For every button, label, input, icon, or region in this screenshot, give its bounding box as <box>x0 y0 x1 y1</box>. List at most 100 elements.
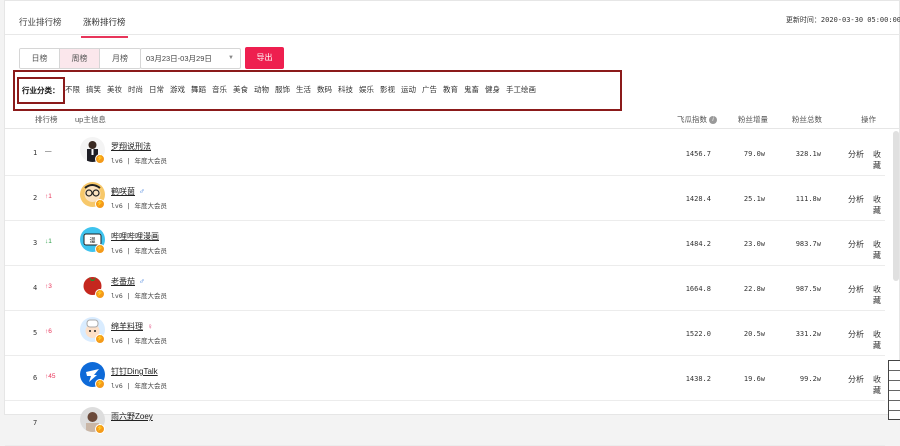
rank-trend: ↓1 <box>45 238 52 245</box>
up-vip: 年度大会员 <box>134 382 168 390</box>
vip-badge-icon: ⚡ <box>95 424 105 434</box>
category-item[interactable]: 游戏 <box>170 84 185 95</box>
collect-button[interactable]: 收藏 <box>873 239 885 261</box>
tab-industry-rank[interactable]: 行业排行榜 <box>19 16 62 28</box>
category-item[interactable]: 手工绘画 <box>506 84 536 95</box>
collect-button[interactable]: 收藏 <box>873 329 885 351</box>
info-icon[interactable]: i <box>709 116 717 125</box>
category-item[interactable]: 鬼畜 <box>464 84 479 95</box>
category-item[interactable]: 音乐 <box>212 84 227 95</box>
up-name-line: 钉钉DingTalk <box>111 366 158 377</box>
up-name-line: 绵羊料理 ♀ <box>111 321 153 332</box>
header-up-info: up主信息 <box>75 115 106 124</box>
up-name[interactable]: 绵羊料理 <box>111 322 143 331</box>
collect-button[interactable]: 收藏 <box>873 374 885 396</box>
up-meta: lv6 | 年度大会员 <box>111 157 168 165</box>
table-row: 7 ⚡ 雨六野Zoey <box>5 401 885 446</box>
category-item[interactable]: 舞蹈 <box>191 84 206 95</box>
collect-button[interactable]: 收藏 <box>873 194 885 216</box>
vip-badge-icon: ⚡ <box>95 379 105 389</box>
up-meta: lv6 | 年度大会员 <box>111 202 168 210</box>
rank-number: 5 <box>33 329 38 337</box>
category-item[interactable]: 动物 <box>254 84 269 95</box>
period-day-button[interactable]: 日榜 <box>20 49 60 68</box>
ranking-panel: 行业排行榜 涨粉排行榜 更新时间：2020-03-30 05:00:00 日榜 … <box>4 0 900 446</box>
category-item[interactable]: 美妆 <box>107 84 122 95</box>
up-name-line: 罗翔说刑法 <box>111 141 151 152</box>
header-fans-total: 粉丝总数 <box>792 115 822 124</box>
scrollbar[interactable] <box>893 131 899 281</box>
up-name[interactable]: 雨六野Zoey <box>111 412 153 421</box>
category-item[interactable]: 数码 <box>317 84 332 95</box>
up-name[interactable]: 老番茄 <box>111 277 135 286</box>
category-item[interactable]: 娱乐 <box>359 84 374 95</box>
fans-increment: 23.0w <box>743 240 765 248</box>
category-item[interactable]: 不限 <box>65 84 80 95</box>
period-week-button[interactable]: 周榜 <box>60 49 100 68</box>
period-selector: 日榜 周榜 月榜 <box>19 48 141 69</box>
up-level: lv6 <box>111 202 123 210</box>
analyze-button[interactable]: 分析 <box>848 239 864 250</box>
period-month-button[interactable]: 月榜 <box>100 49 140 68</box>
up-vip: 年度大会员 <box>134 202 168 210</box>
rank-trend: ↑6 <box>45 328 52 335</box>
vip-badge-icon: ⚡ <box>95 154 105 164</box>
category-item[interactable]: 科技 <box>338 84 353 95</box>
up-name[interactable]: 罗翔说刑法 <box>111 142 151 151</box>
category-item[interactable]: 搞笑 <box>86 84 101 95</box>
up-name[interactable]: 鹤咲菌 <box>111 187 135 196</box>
analyze-button[interactable]: 分析 <box>848 374 864 385</box>
category-item[interactable]: 教育 <box>443 84 458 95</box>
fans-increment: 20.5w <box>743 330 765 338</box>
rank-trend: — <box>45 148 52 155</box>
rank-trend: ↑1 <box>45 193 52 200</box>
up-vip: 年度大会员 <box>134 247 168 255</box>
category-item[interactable]: 服饰 <box>275 84 290 95</box>
category-item[interactable]: 日常 <box>149 84 164 95</box>
up-vip: 年度大会员 <box>134 337 168 345</box>
table-row: 5 ↑6 ⚡ 绵羊料理 ♀ lv6 | 年度大会员 1522.0 20.5w 331.2w 分析收… <box>5 311 885 356</box>
analyze-button[interactable]: 分析 <box>848 194 864 205</box>
vip-badge-icon: ⚡ <box>95 244 105 254</box>
up-level: lv6 <box>111 382 123 390</box>
analyze-button[interactable]: 分析 <box>848 284 864 295</box>
fans-increment: 22.8w <box>743 285 765 293</box>
category-item[interactable]: 运动 <box>401 84 416 95</box>
fly-index: 1522.0 <box>685 330 711 338</box>
rank-trend: ↑3 <box>45 283 52 290</box>
category-item[interactable]: 生活 <box>296 84 311 95</box>
table-row: 2 ↑1 ⚡ 鹤咲菌 ♂ lv6 | 年度大会员 1428.4 25.1w 111.8w 分析 收藏 <box>5 176 885 221</box>
category-item[interactable]: 健身 <box>485 84 500 95</box>
fans-increment: 19.6w <box>743 375 765 383</box>
vip-badge-icon: ⚡ <box>95 199 105 209</box>
collect-button[interactable]: 收藏 <box>873 149 885 171</box>
table-row: 4 ↑3 ⚡ 老番茄 ♂ lv6 | 年度大会员 1664.8 22.8w 987.5w 分析 收藏 <box>5 266 885 311</box>
analyze-button[interactable]: 分析 <box>848 329 864 340</box>
up-meta: lv6 | 年度大会员 <box>111 292 167 300</box>
date-range-select[interactable]: 03月23日-03月29日 ▼ <box>140 48 241 69</box>
up-name[interactable]: 钉钉DingTalk <box>111 367 158 376</box>
rank-number: 1 <box>33 149 38 157</box>
fly-index: 1456.7 <box>685 150 711 158</box>
category-item[interactable]: 广告 <box>422 84 437 95</box>
category-label: 行业分类： <box>17 77 65 104</box>
up-level: lv6 <box>111 157 123 165</box>
up-meta: lv6 | 年度大会员 <box>111 247 168 255</box>
up-vip: 年度大会员 <box>134 157 168 165</box>
up-name-line: 哔哩哔哩漫画 <box>111 231 159 242</box>
svg-text:漫: 漫 <box>89 237 95 245</box>
female-icon: ♀ <box>147 322 153 331</box>
fans-total: 111.8w <box>795 195 821 203</box>
category-item[interactable]: 时尚 <box>128 84 143 95</box>
fly-index: 1484.2 <box>685 240 711 248</box>
collect-button[interactable]: 收藏 <box>873 284 885 306</box>
fly-index: 1664.8 <box>685 285 711 293</box>
up-name[interactable]: 哔哩哔哩漫画 <box>111 232 159 241</box>
category-item[interactable]: 美食 <box>233 84 248 95</box>
vip-badge-icon: ⚡ <box>95 334 105 344</box>
rank-number: 4 <box>33 284 38 292</box>
export-button[interactable]: 导出 <box>245 47 284 69</box>
category-item[interactable]: 影视 <box>380 84 395 95</box>
tab-fans-growth-rank[interactable]: 涨粉排行榜 <box>81 16 128 38</box>
analyze-button[interactable]: 分析 <box>848 149 864 160</box>
